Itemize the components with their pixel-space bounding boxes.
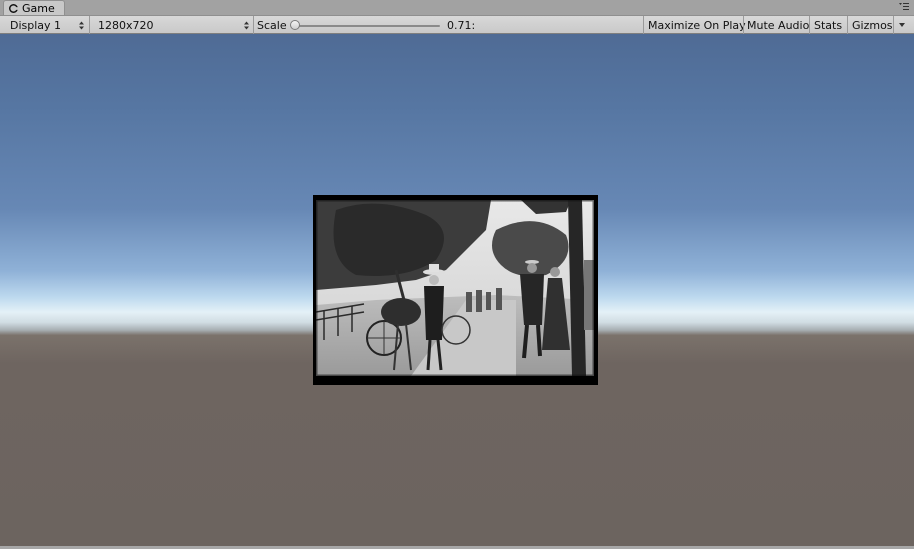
scale-value: 0.71:	[447, 18, 476, 32]
game-controller-icon	[9, 4, 18, 13]
game-viewport[interactable]	[0, 34, 914, 549]
stats-toggle[interactable]: Stats	[814, 16, 842, 34]
tab-strip: Game	[0, 0, 914, 16]
gizmos-dropdown[interactable]	[896, 16, 908, 34]
resolution-dropdown-label: 1280x720	[98, 18, 154, 32]
dropdown-arrows-icon	[244, 21, 249, 30]
maximize-on-play-toggle[interactable]: Maximize On Play	[648, 16, 746, 34]
resolution-dropdown[interactable]: 1280x720	[92, 16, 253, 34]
display-dropdown[interactable]: Display 1	[4, 16, 88, 34]
gizmos-toggle[interactable]: Gizmos	[852, 16, 893, 34]
dropdown-arrows-icon	[79, 21, 84, 30]
toolbar-separator	[893, 16, 894, 34]
toolbar-separator	[89, 16, 90, 34]
mute-audio-toggle[interactable]: Mute Audio	[747, 16, 809, 34]
scale-slider-track[interactable]	[294, 25, 440, 27]
toolbar-separator	[253, 16, 254, 34]
game-toolbar: Display 1 1280x720 Scale 0.71: Maximize …	[0, 15, 914, 34]
chevron-down-icon	[899, 23, 905, 27]
tab-game[interactable]: Game	[3, 0, 65, 16]
toolbar-separator	[743, 16, 744, 34]
toolbar-separator	[847, 16, 848, 34]
video-quad	[313, 195, 598, 385]
scale-slider-thumb[interactable]	[290, 20, 300, 30]
toolbar-separator	[643, 16, 644, 34]
display-dropdown-label: Display 1	[10, 18, 62, 32]
tab-label: Game	[22, 2, 55, 15]
scale-label: Scale	[257, 18, 287, 32]
panel-menu-icon[interactable]	[898, 2, 910, 12]
video-frame-image	[316, 200, 594, 376]
toolbar-separator	[809, 16, 810, 34]
